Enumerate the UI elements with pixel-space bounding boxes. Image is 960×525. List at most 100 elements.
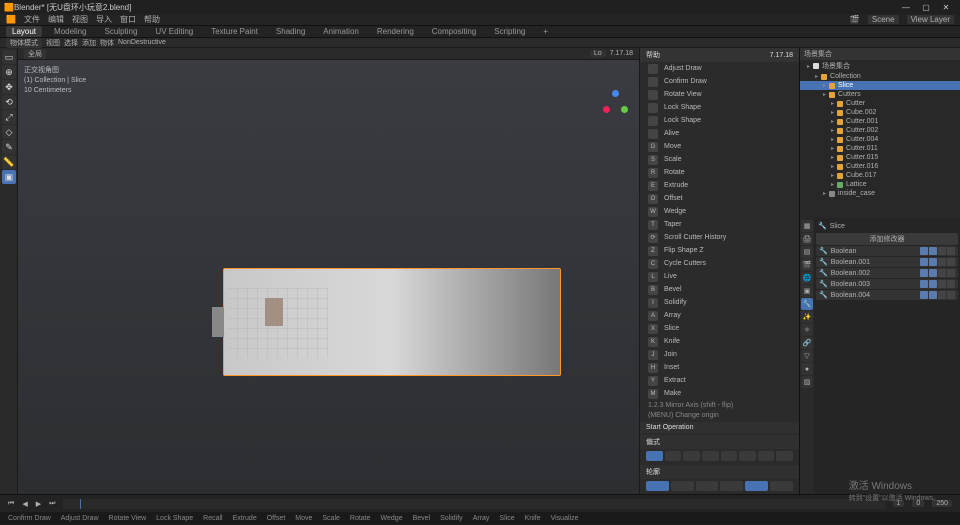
add-modifier-button[interactable]: 添加修改器: [816, 233, 958, 245]
mod-realtime-toggle[interactable]: [929, 280, 937, 288]
shape-btn-6[interactable]: [770, 481, 793, 491]
tool-transform[interactable]: ◇: [2, 125, 16, 139]
npanel-item[interactable]: ZFlip Shape Z: [640, 244, 799, 257]
menu-object[interactable]: 物体: [100, 38, 114, 48]
mod-apply-button[interactable]: [947, 269, 955, 277]
tool-annotate[interactable]: ✎: [2, 140, 16, 154]
tab-particles[interactable]: ✨: [801, 311, 813, 323]
modifier-row[interactable]: 🔧Boolean.001: [816, 257, 958, 267]
mod-render-toggle[interactable]: [938, 291, 946, 299]
mode-btn-6[interactable]: [739, 451, 756, 461]
npanel-item[interactable]: SScale: [640, 153, 799, 166]
npanel-item[interactable]: OOffset: [640, 192, 799, 205]
mod-realtime-toggle[interactable]: [929, 247, 937, 255]
outliner-item[interactable]: ▸Cutters: [800, 90, 960, 99]
npanel-item[interactable]: Alive: [640, 127, 799, 140]
outliner-item[interactable]: ▸Slice: [800, 81, 960, 90]
npanel-item[interactable]: Confirm Draw: [640, 75, 799, 88]
menu-view[interactable]: 视图: [72, 14, 88, 25]
outliner-item[interactable]: ▸Cube.002: [800, 108, 960, 117]
play-back[interactable]: ◀: [22, 500, 27, 508]
mode-btn-5[interactable]: [721, 451, 738, 461]
section-mode[interactable]: 偏式: [640, 435, 799, 449]
tab-texture[interactable]: ▨: [801, 376, 813, 388]
npanel-item[interactable]: GMove: [640, 140, 799, 153]
npanel-item[interactable]: Rotate View: [640, 88, 799, 101]
minimize-button[interactable]: —: [896, 0, 916, 14]
modifier-row[interactable]: 🔧Boolean: [816, 246, 958, 256]
npanel-item[interactable]: RRotate: [640, 166, 799, 179]
menu-view2[interactable]: 视图: [46, 38, 60, 48]
outliner-item[interactable]: ▸Cutter.011: [800, 144, 960, 153]
play-start[interactable]: ⏮: [8, 500, 14, 508]
tool-measure[interactable]: 📏: [2, 155, 16, 169]
mod-realtime-toggle[interactable]: [929, 269, 937, 277]
outliner-item[interactable]: ▸Collection: [800, 72, 960, 81]
workspace-tab-scripting[interactable]: Scripting: [488, 26, 531, 37]
mod-edit-toggle[interactable]: [920, 269, 928, 277]
shape-btn-1[interactable]: [646, 481, 669, 491]
npanel-item[interactable]: XSlice: [640, 322, 799, 335]
snap-toggle[interactable]: Lo: [590, 50, 606, 57]
tool-boxcutter[interactable]: ▣: [2, 170, 16, 184]
tab-data[interactable]: ▽: [801, 350, 813, 362]
modifier-row[interactable]: 🔧Boolean.003: [816, 279, 958, 289]
playhead[interactable]: [80, 499, 81, 509]
workspace-tab-shading[interactable]: Shading: [270, 26, 311, 37]
mod-edit-toggle[interactable]: [920, 280, 928, 288]
shape-btn-3[interactable]: [696, 481, 719, 491]
tab-physics[interactable]: ⚛: [801, 324, 813, 336]
outliner-item[interactable]: ▸Lattice: [800, 180, 960, 189]
mode-btn-8[interactable]: [776, 451, 793, 461]
mod-apply-button[interactable]: [947, 247, 955, 255]
menu-file[interactable]: 文件: [24, 14, 40, 25]
play-fwd[interactable]: ▶: [36, 500, 41, 508]
workspace-tab-modeling[interactable]: Modeling: [48, 26, 92, 37]
viewport[interactable]: 全局 Lo 7.17.18 正交视角图 (1) Collection | Sli…: [18, 48, 639, 494]
mode-select[interactable]: 物体模式: [6, 38, 42, 48]
workspace-tab-sculpting[interactable]: Sculpting: [99, 26, 144, 37]
tool-select[interactable]: ▭: [2, 50, 16, 64]
npanel-item[interactable]: TTaper: [640, 218, 799, 231]
tool-scale[interactable]: ⤢: [2, 110, 16, 124]
shape-btn-4[interactable]: [720, 481, 743, 491]
outliner-item[interactable]: ▸Cutter.002: [800, 126, 960, 135]
npanel-item[interactable]: ISolidify: [640, 296, 799, 309]
npanel-item[interactable]: AArray: [640, 309, 799, 322]
workspace-tab-layout[interactable]: Layout: [6, 26, 42, 37]
outliner-item[interactable]: ▸Cutter: [800, 99, 960, 108]
mode-btn-4[interactable]: [702, 451, 719, 461]
mod-realtime-toggle[interactable]: [929, 258, 937, 266]
tool-cursor[interactable]: ⊕: [2, 65, 16, 79]
tool-move[interactable]: ✥: [2, 80, 16, 94]
mod-apply-button[interactable]: [947, 280, 955, 288]
play-end[interactable]: ⏭: [49, 500, 55, 508]
tab-material[interactable]: ●: [801, 363, 813, 375]
axis-z[interactable]: [612, 90, 619, 97]
tab-scene[interactable]: 🎬: [801, 259, 813, 271]
mod-realtime-toggle[interactable]: [929, 291, 937, 299]
npanel-item[interactable]: WWedge: [640, 205, 799, 218]
modifier-row[interactable]: 🔧Boolean.004: [816, 290, 958, 300]
mode-btn-7[interactable]: [758, 451, 775, 461]
workspace-tab-uv editing[interactable]: UV Editing: [149, 26, 199, 37]
workspace-tab-compositing[interactable]: Compositing: [426, 26, 482, 37]
axis-x[interactable]: [603, 106, 610, 113]
menu-select[interactable]: 选择: [64, 38, 78, 48]
tab-constraints[interactable]: 🔗: [801, 337, 813, 349]
tab-world[interactable]: 🌐: [801, 272, 813, 284]
close-button[interactable]: ✕: [936, 0, 956, 14]
npanel-item[interactable]: LLive: [640, 270, 799, 283]
workspace-tab-rendering[interactable]: Rendering: [371, 26, 420, 37]
tab-render[interactable]: ▦: [801, 220, 813, 232]
outliner-item[interactable]: ▸Cube.017: [800, 171, 960, 180]
maximize-button[interactable]: ▢: [916, 0, 936, 14]
tool-rotate[interactable]: ⟲: [2, 95, 16, 109]
workspace-tab-texture paint[interactable]: Texture Paint: [205, 26, 264, 37]
shape-btn-2[interactable]: [671, 481, 694, 491]
npanel-item[interactable]: YExtract: [640, 374, 799, 387]
mod-render-toggle[interactable]: [938, 280, 946, 288]
tab-viewlayer[interactable]: ▤: [801, 246, 813, 258]
menu-edit[interactable]: 编辑: [48, 14, 64, 25]
orientation-select[interactable]: 全局: [24, 49, 46, 59]
